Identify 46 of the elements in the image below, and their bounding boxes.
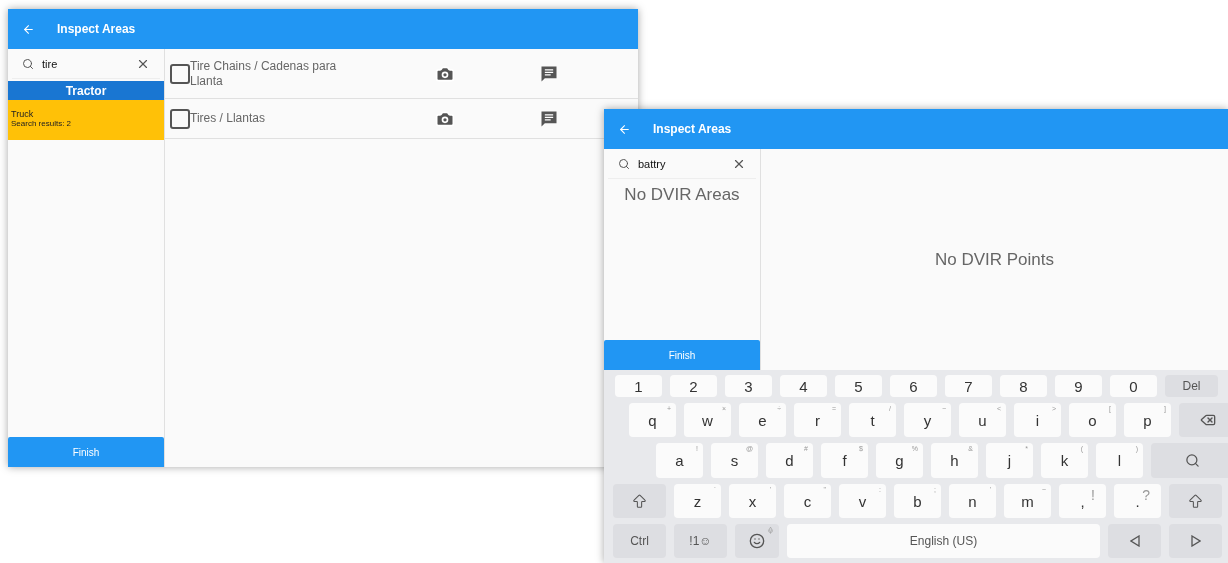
back-arrow-icon[interactable] — [22, 22, 35, 36]
search-icon — [22, 57, 34, 70]
shift-icon — [631, 492, 648, 510]
keyboard-key[interactable]: !1☺ — [674, 524, 727, 558]
smiley-icon — [749, 533, 765, 549]
search-field[interactable]: tire — [42, 57, 128, 70]
shift-icon — [1187, 492, 1204, 510]
cursor-right-key[interactable] — [1169, 524, 1222, 558]
keyboard-key[interactable]: 2 — [670, 375, 717, 397]
point-label: Tire Chains / Cadenas para Llanta — [190, 58, 338, 89]
microphone-icon — [767, 527, 774, 534]
empty-message: No DVIR Areas — [623, 185, 741, 205]
keyboard-key[interactable]: 4 — [780, 375, 827, 397]
keyboard-key[interactable]: 5 — [835, 375, 882, 397]
screen-title: Inspect Areas — [57, 22, 136, 36]
right-triangle-icon — [1190, 535, 1201, 547]
cursor-left-key[interactable] — [1108, 524, 1161, 558]
checkbox[interactable] — [170, 63, 190, 84]
keyboard-key[interactable]: . ? — [1114, 484, 1161, 518]
emoji-key[interactable] — [735, 524, 779, 558]
keyboard-key[interactable]: 0 — [1110, 375, 1157, 397]
backspace-icon — [1200, 412, 1216, 428]
keyboard-key[interactable]: 9 — [1055, 375, 1102, 397]
keyboard-key[interactable]: Ctrl — [613, 524, 666, 558]
keyboard-key[interactable]: 6 — [890, 375, 937, 397]
space-key[interactable]: English (US) — [787, 524, 1100, 558]
keyboard-key[interactable]: 8 — [1000, 375, 1047, 397]
search-icon — [618, 157, 630, 170]
search-icon — [1184, 453, 1200, 468]
screen-title: Inspect Areas — [653, 122, 732, 136]
area-name: Truck — [11, 109, 35, 119]
empty-message: No DVIR Points — [934, 249, 1054, 270]
left-triangle-icon — [1129, 535, 1140, 547]
keyboard-key[interactable]: 3 — [725, 375, 772, 397]
keyboard-key[interactable]: 7 — [945, 375, 992, 397]
keyboard-key[interactable]: , ! — [1059, 484, 1106, 518]
search-results-count: Search results: 2 — [11, 119, 73, 128]
backspace-key[interactable] — [1179, 403, 1228, 437]
keyboard-key[interactable]: Del — [1165, 375, 1218, 397]
area-item[interactable]: Truck Search results: 2 — [8, 100, 164, 140]
point-label: Tires / Llantas — [190, 111, 266, 126]
checkbox[interactable] — [170, 108, 190, 129]
back-arrow-icon[interactable] — [618, 122, 631, 136]
group-header: Tractor — [8, 81, 164, 100]
keyboard-key[interactable]: 1 — [615, 375, 662, 397]
search-field[interactable]: battry — [638, 157, 724, 170]
